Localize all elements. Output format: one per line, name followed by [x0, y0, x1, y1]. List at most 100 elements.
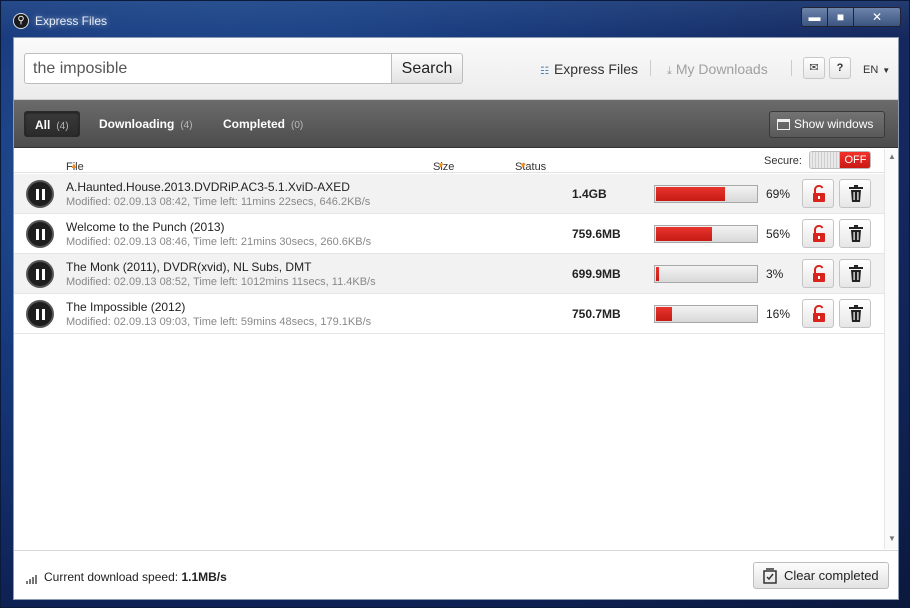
file-meta: Modified: 02.09.13 08:52, Time left: 101…	[66, 276, 376, 288]
pause-button[interactable]	[26, 180, 54, 208]
toggle-state: OFF	[840, 152, 870, 168]
nav-divider	[650, 60, 651, 76]
language-select[interactable]: EN ▼	[863, 64, 890, 76]
minimize-button[interactable]: ▬	[802, 8, 828, 26]
speed-label: Current download speed:	[44, 570, 179, 584]
signal-icon	[26, 570, 38, 584]
tab-downloading[interactable]: Downloading (4)	[89, 111, 203, 137]
show-windows-button[interactable]: Show windows	[769, 111, 885, 138]
header: the imposible Search ☷ Express Files ⤓ My …	[14, 38, 898, 100]
delete-button[interactable]	[839, 299, 871, 328]
secure-label: Secure:	[764, 155, 802, 167]
secure-button[interactable]	[802, 179, 834, 208]
progress-percent: 3%	[766, 267, 784, 281]
sort-down-icon: ▼	[519, 161, 527, 170]
progress-percent: 69%	[766, 187, 791, 201]
filter-tab-bar: All (4) Downloading (4) Completed (0) Show …	[14, 100, 898, 148]
app-logo-icon: ⚲	[13, 13, 29, 29]
progress-fill	[656, 267, 659, 281]
tab-label: All	[35, 118, 51, 132]
tab-label: Completed	[223, 117, 286, 131]
window-title: Express Files	[35, 14, 108, 28]
toggle-knob	[810, 152, 840, 168]
progress-percent: 56%	[766, 227, 791, 241]
download-row[interactable]: The Impossible (2012) Modified: 02.09.13 …	[14, 294, 884, 334]
progress-bar	[654, 305, 758, 323]
clear-completed-button[interactable]: Clear completed	[753, 562, 889, 589]
search-input[interactable]: the imposible	[24, 53, 392, 84]
file-size: 759.6MB	[572, 227, 621, 241]
download-speed: Current download speed: 1.1MB/s	[26, 570, 227, 584]
window-icon	[777, 119, 790, 130]
delete-button[interactable]	[839, 219, 871, 248]
file-size: 1.4GB	[572, 187, 607, 201]
secure-toggle[interactable]: OFF	[809, 151, 871, 169]
trash-icon	[849, 305, 863, 322]
delete-button[interactable]	[839, 259, 871, 288]
file-size: 699.9MB	[572, 267, 621, 281]
secure-button[interactable]	[802, 299, 834, 328]
progress-fill	[656, 307, 672, 321]
progress-bar	[654, 185, 758, 203]
download-row[interactable]: Welcome to the Punch (2013) Modified: 02.…	[14, 214, 884, 254]
window-controls: ▬ ■ ✕	[801, 7, 901, 27]
speed-value: 1.1MB/s	[181, 570, 227, 584]
search-button[interactable]: Search	[391, 53, 463, 84]
speech-bubble-icon: ✉	[809, 62, 819, 74]
nav-express-files-label: Express Files	[553, 61, 638, 77]
pause-button[interactable]	[26, 300, 54, 328]
pause-button[interactable]	[26, 220, 54, 248]
file-name: The Monk (2011), DVDR(xvid), NL Subs, DM…	[66, 260, 312, 274]
client-area: the imposible Search ☷ Express Files ⤓ My …	[13, 37, 899, 600]
download-arrow-icon: ⤓	[667, 65, 672, 77]
delete-button[interactable]	[839, 179, 871, 208]
progress-percent: 16%	[766, 307, 791, 321]
title-bar[interactable]: ⚲ Express Files ▬ ■ ✕	[1, 1, 909, 37]
column-header: File ▲ Size ▼ Status ▼ Secure: OFF	[14, 149, 884, 173]
language-value: EN	[863, 64, 879, 76]
unlock-icon	[813, 305, 825, 322]
file-meta: Modified: 02.09.13 09:03, Time left: 59m…	[66, 316, 372, 328]
show-windows-label: Show windows	[794, 117, 874, 131]
help-icon: ?	[836, 62, 844, 74]
file-size: 750.7MB	[572, 307, 621, 321]
secure-button[interactable]	[802, 219, 834, 248]
vertical-scrollbar[interactable]: ▲ ▼	[884, 149, 898, 549]
tab-label: Downloading	[99, 117, 175, 131]
download-row[interactable]: A.Haunted.House.2013.DVDRiP.AC3-5.1.XviD…	[14, 174, 884, 214]
scroll-down-icon[interactable]: ▼	[888, 534, 896, 543]
file-name: Welcome to the Punch (2013)	[66, 220, 225, 234]
nav-my-downloads-label: My Downloads	[675, 61, 768, 77]
sort-up-icon: ▲	[70, 161, 78, 170]
trash-icon	[849, 185, 863, 202]
scroll-up-icon[interactable]: ▲	[888, 152, 896, 161]
tab-count: (4)	[56, 121, 69, 132]
maximize-button[interactable]: ■	[828, 8, 854, 26]
sort-down-icon: ▼	[437, 161, 445, 170]
tab-count: (4)	[180, 120, 193, 131]
status-footer: Current download speed: 1.1MB/s Clear co…	[14, 550, 898, 599]
progress-fill	[656, 227, 712, 241]
progress-fill	[656, 187, 725, 201]
pause-button[interactable]	[26, 260, 54, 288]
nav-express-files[interactable]: ☷ Express Files	[540, 61, 638, 77]
unlock-icon	[813, 225, 825, 242]
tab-all[interactable]: All (4)	[24, 111, 80, 137]
progress-bar	[654, 225, 758, 243]
file-meta: Modified: 02.09.13 08:46, Time left: 21m…	[66, 236, 372, 248]
feedback-button[interactable]: ✉	[803, 57, 825, 79]
clear-icon	[763, 568, 777, 584]
nav-my-downloads[interactable]: ⤓ My Downloads	[667, 61, 768, 78]
file-meta: Modified: 02.09.13 08:42, Time left: 11m…	[66, 196, 371, 208]
trash-icon	[849, 265, 863, 282]
nav-divider	[791, 60, 792, 76]
file-name: A.Haunted.House.2013.DVDRiP.AC3-5.1.XviD…	[66, 180, 350, 194]
close-button[interactable]: ✕	[854, 8, 900, 26]
help-button[interactable]: ?	[829, 57, 851, 79]
download-row[interactable]: The Monk (2011), DVDR(xvid), NL Subs, DM…	[14, 254, 884, 294]
trash-icon	[849, 225, 863, 242]
secure-button[interactable]	[802, 259, 834, 288]
grid-icon: ☷	[540, 66, 549, 77]
clear-completed-label: Clear completed	[784, 568, 879, 583]
tab-completed[interactable]: Completed (0)	[213, 111, 313, 137]
